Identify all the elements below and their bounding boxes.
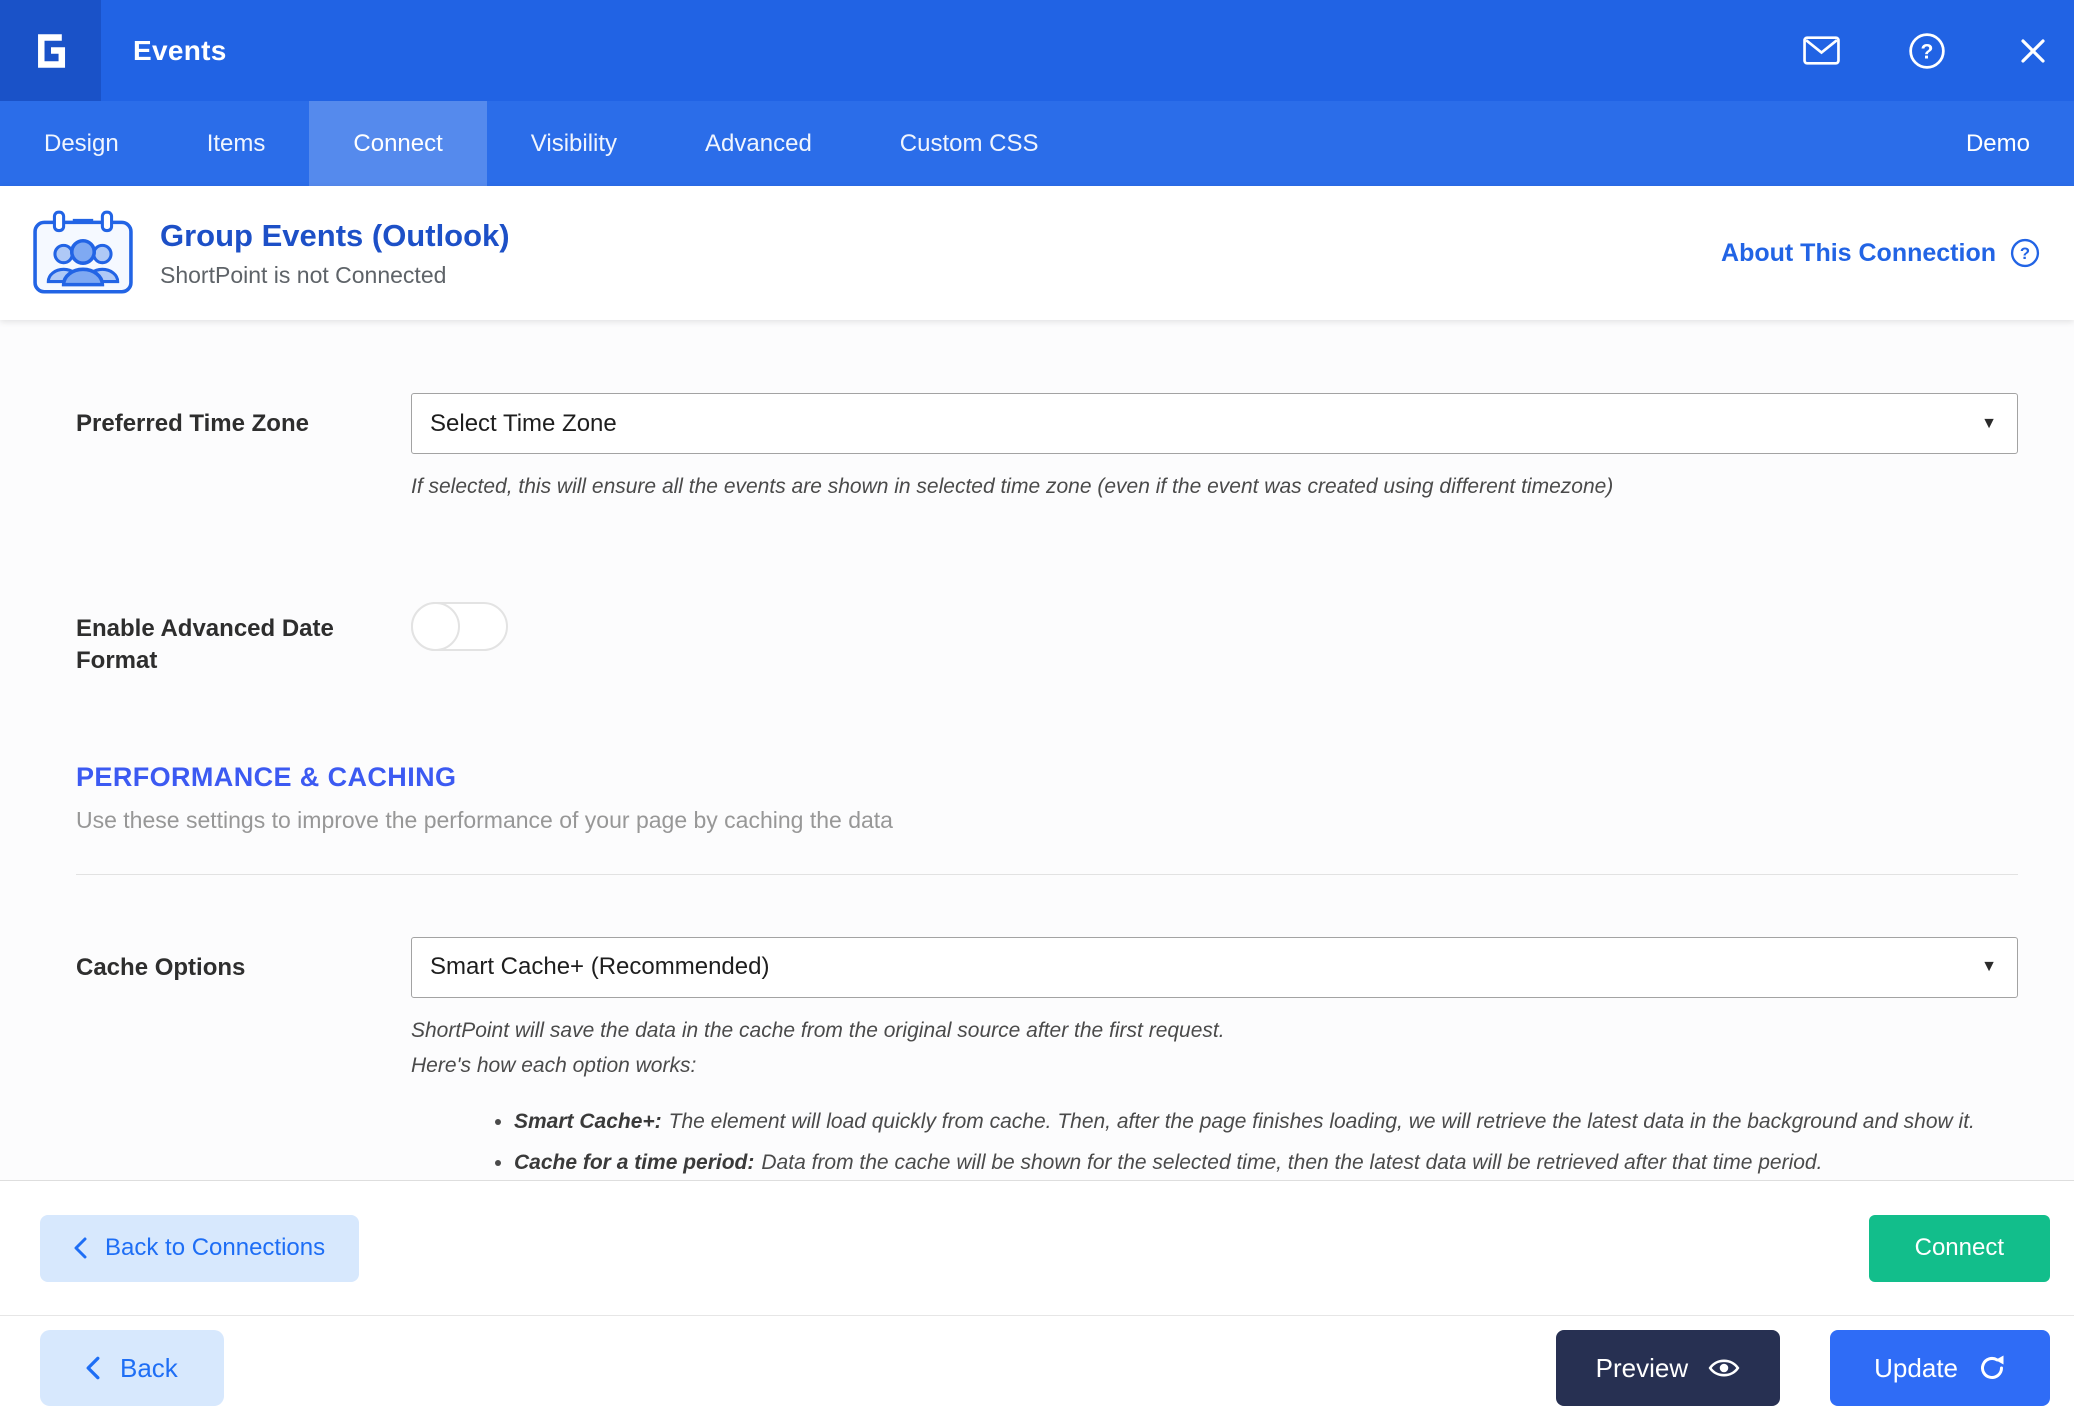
bullet-text: The element will load quickly from cache… — [669, 1110, 1975, 1133]
update-button[interactable]: Update — [1830, 1330, 2050, 1406]
bullet-text: Data from the cache will be shown for th… — [761, 1151, 1822, 1174]
eye-icon — [1708, 1357, 1740, 1379]
advanced-date-format-row: Enable Advanced Date Format — [76, 598, 2018, 678]
performance-caching-subtitle: Use these settings to improve the perfor… — [76, 807, 2018, 834]
connect-label: Connect — [1915, 1234, 2004, 1262]
chevron-left-icon — [86, 1356, 100, 1380]
cache-option-bullet-smart-cache: Smart Cache+: The element will load quick… — [514, 1107, 2018, 1137]
window-title: Events — [133, 35, 227, 67]
connection-status: ShortPoint is not Connected — [160, 262, 510, 289]
cache-option-bullet-time-period: Cache for a time period: Data from the ca… — [514, 1148, 2018, 1178]
cache-options-help-2: Here's how each option works: — [411, 1051, 2018, 1081]
close-icon[interactable] — [2014, 32, 2052, 70]
bullet-term: Smart Cache+: — [514, 1110, 662, 1133]
tab-connect[interactable]: Connect — [309, 101, 486, 186]
connect-settings-content: Preferred Time Zone Select Time Zone ▼ I… — [0, 320, 2074, 1180]
settings-tab-bar: Design Items Connect Visibility Advanced… — [0, 101, 2074, 186]
section-divider — [76, 874, 2018, 875]
svg-text:?: ? — [1921, 40, 1934, 63]
bullet-term: Cache for a time period: — [514, 1151, 754, 1174]
cache-options-row: Cache Options Smart Cache+ (Recommended)… — [76, 937, 2018, 1180]
shortpoint-logo — [0, 0, 101, 101]
toggle-knob — [411, 602, 460, 651]
demo-label[interactable]: Demo — [1922, 101, 2074, 186]
preferred-time-zone-value: Select Time Zone — [430, 410, 617, 438]
chevron-left-icon — [74, 1237, 87, 1259]
footer-right-actions: Preview Update — [1556, 1330, 2050, 1406]
cache-options-value: Smart Cache+ (Recommended) — [430, 953, 769, 981]
connection-header-text: Group Events (Outlook) ShortPoint is not… — [160, 218, 510, 289]
advanced-date-format-field — [411, 598, 2018, 678]
help-icon[interactable]: ? — [1908, 32, 1946, 70]
advanced-date-format-toggle[interactable] — [411, 602, 508, 651]
mail-icon[interactable] — [1802, 32, 1840, 70]
events-settings-window: Events ? Design Items Connect Visibility… — [0, 0, 2074, 1420]
tab-items[interactable]: Items — [163, 101, 310, 186]
connection-title: Group Events (Outlook) — [160, 218, 510, 254]
preview-label: Preview — [1596, 1353, 1688, 1384]
about-this-connection-label: About This Connection — [1721, 239, 1996, 268]
back-to-connections-label: Back to Connections — [105, 1234, 325, 1262]
tab-custom-css[interactable]: Custom CSS — [856, 101, 1083, 186]
preferred-time-zone-field: Select Time Zone ▼ If selected, this wil… — [411, 393, 2018, 502]
cache-options-help-1: ShortPoint will save the data in the cac… — [411, 1016, 2018, 1046]
connection-header: Group Events (Outlook) ShortPoint is not… — [0, 186, 2074, 320]
cache-options-field: Smart Cache+ (Recommended) ▼ ShortPoint … — [411, 937, 2018, 1180]
tab-design[interactable]: Design — [0, 101, 163, 186]
preferred-time-zone-label: Preferred Time Zone — [76, 393, 411, 502]
dropdown-caret-icon: ▼ — [1981, 958, 1997, 976]
back-button[interactable]: Back — [40, 1330, 224, 1406]
preferred-time-zone-select[interactable]: Select Time Zone ▼ — [411, 393, 2018, 454]
connect-button[interactable]: Connect — [1869, 1215, 2050, 1282]
about-help-icon: ? — [2010, 238, 2040, 268]
cache-options-select[interactable]: Smart Cache+ (Recommended) ▼ — [411, 937, 2018, 998]
group-events-icon — [32, 210, 134, 296]
dropdown-caret-icon: ▼ — [1981, 415, 1997, 433]
cache-options-label: Cache Options — [76, 937, 411, 1180]
cache-options-bullet-list: Smart Cache+: The element will load quick… — [411, 1107, 2018, 1178]
back-label: Back — [120, 1353, 178, 1384]
shortpoint-logo-icon — [24, 24, 78, 78]
title-bar-actions: ? — [1802, 32, 2052, 70]
advanced-date-format-label: Enable Advanced Date Format — [76, 598, 411, 678]
title-bar: Events ? — [0, 0, 2074, 101]
back-to-connections-button[interactable]: Back to Connections — [40, 1215, 359, 1282]
preferred-time-zone-help: If selected, this will ensure all the ev… — [411, 472, 2018, 502]
tab-visibility[interactable]: Visibility — [487, 101, 661, 186]
tab-advanced[interactable]: Advanced — [661, 101, 856, 186]
update-label: Update — [1874, 1353, 1958, 1384]
dialog-footer-bar: Back Preview Update — [0, 1315, 2074, 1420]
connection-action-bar: Back to Connections Connect — [0, 1180, 2074, 1315]
performance-caching-heading: PERFORMANCE & CACHING — [76, 762, 2018, 793]
preferred-time-zone-row: Preferred Time Zone Select Time Zone ▼ I… — [76, 393, 2018, 502]
refresh-icon — [1978, 1354, 2006, 1382]
preview-button[interactable]: Preview — [1556, 1330, 1780, 1406]
svg-text:?: ? — [2020, 244, 2030, 263]
about-this-connection-link[interactable]: About This Connection ? — [1721, 238, 2040, 268]
